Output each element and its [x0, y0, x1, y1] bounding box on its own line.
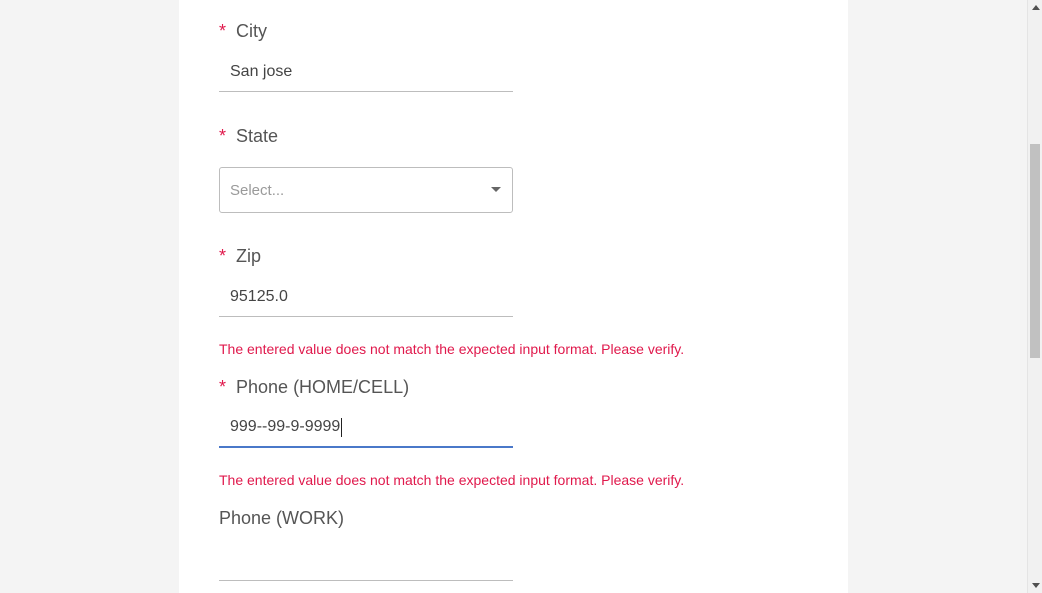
state-field: * State Select... — [219, 125, 739, 213]
zip-label: * Zip — [219, 245, 739, 267]
scroll-up-icon[interactable] — [1032, 5, 1040, 10]
zip-field: * Zip 95125.0 The entered value does not… — [219, 245, 739, 357]
state-select-placeholder: Select... — [230, 181, 285, 199]
phone-work-label-text: Phone (WORK) — [219, 508, 345, 528]
phone-home-input[interactable]: 999--99-9-9999 — [219, 408, 513, 448]
vertical-scrollbar[interactable] — [1027, 0, 1042, 593]
state-select[interactable]: Select... — [219, 167, 513, 213]
city-input-value: San jose — [230, 62, 293, 80]
city-input[interactable]: San jose — [219, 52, 513, 92]
phone-work-label: Phone (WORK) — [219, 507, 739, 529]
zip-input-value: 95125.0 — [230, 287, 288, 305]
form-card: * City San jose * State Select... * Zip — [179, 0, 848, 593]
page-background: * City San jose * State Select... * Zip — [0, 0, 1027, 593]
phone-home-label: * Phone (HOME/CELL) — [219, 376, 739, 398]
scrollbar-thumb[interactable] — [1030, 144, 1040, 358]
phone-home-input-value: 999--99-9-9999 — [230, 418, 341, 435]
phone-home-label-text: Phone (HOME/CELL) — [236, 377, 410, 397]
zip-input[interactable]: 95125.0 — [219, 277, 513, 317]
required-asterisk: * — [219, 21, 227, 41]
phone-work-field: Phone (WORK) — [219, 507, 739, 581]
required-asterisk: * — [219, 126, 227, 146]
phone-work-input[interactable] — [219, 541, 513, 581]
city-field: * City San jose — [219, 20, 739, 92]
required-asterisk: * — [219, 246, 227, 266]
scroll-down-icon[interactable] — [1032, 583, 1040, 588]
state-label: * State — [219, 125, 739, 147]
phone-home-error-message: The entered value does not match the exp… — [219, 472, 685, 488]
zip-error-message: The entered value does not match the exp… — [219, 341, 685, 357]
required-asterisk: * — [219, 377, 227, 397]
state-label-text: State — [236, 126, 279, 146]
zip-label-text: Zip — [236, 246, 262, 266]
chevron-down-icon — [491, 187, 501, 192]
city-label-text: City — [236, 21, 268, 41]
phone-home-field: * Phone (HOME/CELL) 999--99-9-9999 The e… — [219, 376, 739, 488]
text-caret — [341, 417, 343, 437]
city-label: * City — [219, 20, 739, 42]
